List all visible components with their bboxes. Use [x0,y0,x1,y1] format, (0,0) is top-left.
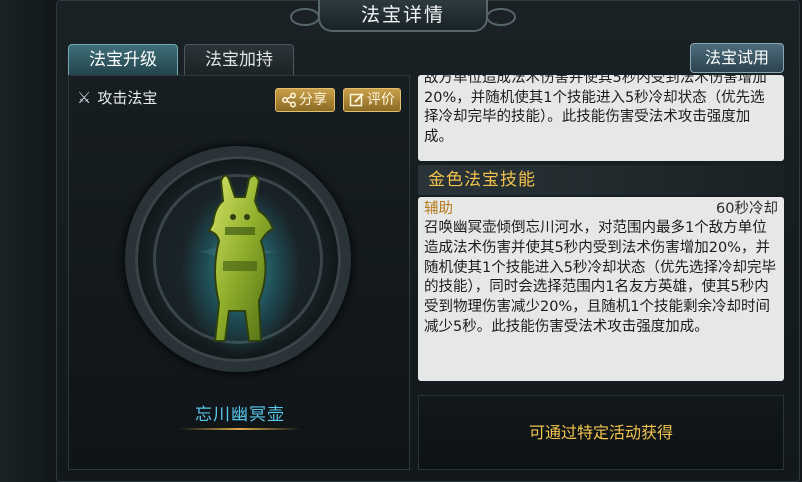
artifact-info-pane[interactable]: 敌方单位造成法术伤害并使其5秒内受到法术伤害增加20%，并随机使其1个技能进入5… [418,75,784,470]
skill-description-text: 敌方单位造成法术伤害并使其5秒内受到法术伤害增加20%，并随机使其1个技能进入5… [424,75,767,145]
artifact-name: 忘川幽冥壶 [195,405,285,425]
share-icon [282,92,296,108]
title-plate: 法宝详情 [290,0,516,32]
gold-skill-meta: 辅助 60秒冷却 [424,199,778,219]
gold-skill-block: 辅助 60秒冷却 召唤幽冥壶倾倒忘川河水，对范围内最多1个敌方单位造成法术伤害并… [418,197,784,381]
gold-skill-header: 金色法宝技能 [418,165,784,195]
name-underline-divider [179,428,301,430]
artifact-preview-pane: ⚔ 攻击法宝 分享 评价 ✦ [68,75,410,470]
tab-artifact-upgrade[interactable]: 法宝升级 [68,44,178,76]
edit-icon [349,93,364,107]
artifact-illustration [207,174,275,342]
window-title: 法宝详情 [360,4,445,26]
crossed-swords-icon: ⚔ [77,87,92,107]
gold-skill-tag: 辅助 [424,201,453,217]
skill-description-block: 敌方单位造成法术伤害并使其5秒内受到法术伤害增加20%，并随机使其1个技能进入5… [418,75,784,161]
share-button[interactable]: 分享 [275,88,335,112]
review-button[interactable]: 评价 [343,88,401,112]
background-left-strip [0,0,60,482]
tab-artifact-blessing[interactable]: 法宝加持 [184,44,294,76]
artifact-trial-button[interactable]: 法宝试用 [690,43,784,73]
review-button-label: 评价 [367,92,395,108]
artifact-type-label: 攻击法宝 [97,88,158,107]
acquire-method: 可通过特定活动获得 [418,395,784,470]
share-button-label: 分享 [299,92,327,108]
artifact-type-row: ⚔ 攻击法宝 [77,86,157,108]
gold-skill-text: 召唤幽冥壶倾倒忘川河水，对范围内最多1个敌方单位造成法术伤害并使其5秒内受到法术… [424,220,776,335]
gold-skill-cooldown: 60秒冷却 [716,201,778,217]
